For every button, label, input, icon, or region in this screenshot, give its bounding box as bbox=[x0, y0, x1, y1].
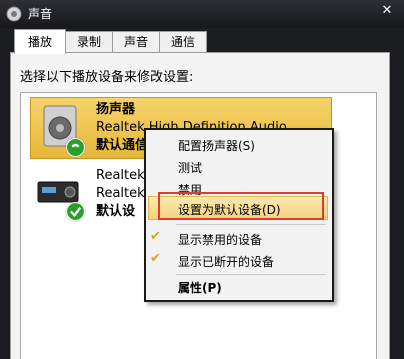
device-name: 扬声器 bbox=[96, 102, 136, 117]
instruction-text: 选择以下播放设备来修改设置: bbox=[20, 70, 194, 85]
tab-communications[interactable]: 通信 bbox=[159, 31, 207, 52]
tab-playback[interactable]: 播放 bbox=[14, 29, 66, 54]
menu-item-configure-speakers[interactable]: 配置扬声器(S) bbox=[178, 137, 255, 154]
check-badge-icon bbox=[66, 202, 85, 221]
check-icon: ✔ bbox=[150, 251, 161, 266]
annotation-highlight-box bbox=[158, 192, 324, 220]
phone-badge-icon bbox=[66, 138, 85, 157]
close-icon[interactable]: ✕ bbox=[376, 2, 398, 20]
window-title: 声音 bbox=[28, 7, 53, 21]
tab-recording[interactable]: 录制 bbox=[65, 31, 113, 52]
menu-item-test[interactable]: 测试 bbox=[178, 159, 202, 176]
menu-item-show-disconnected[interactable]: 显示已断开的设备 bbox=[178, 253, 274, 270]
device-driver: Realtek bbox=[96, 186, 145, 201]
sound-app-icon bbox=[6, 6, 22, 22]
check-icon: ✔ bbox=[150, 229, 161, 244]
menu-separator bbox=[176, 224, 326, 225]
menu-item-show-disabled[interactable]: 显示禁用的设备 bbox=[178, 231, 262, 248]
device-name: Realtek bbox=[96, 168, 145, 183]
title-bar bbox=[0, 0, 404, 28]
device-status: 默认设 bbox=[96, 204, 136, 219]
tab-sounds[interactable]: 声音 bbox=[112, 31, 160, 52]
menu-item-properties[interactable]: 属性(P) bbox=[178, 279, 222, 296]
menu-separator bbox=[176, 274, 326, 275]
